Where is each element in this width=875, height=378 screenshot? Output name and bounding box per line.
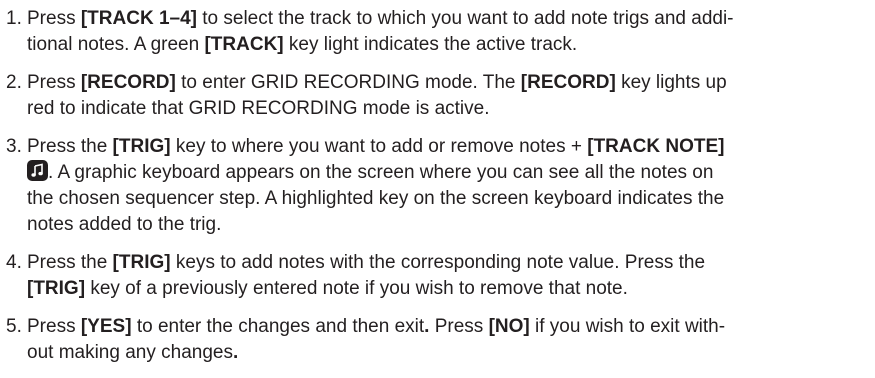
bold-key-label: [RECORD]: [80, 72, 176, 93]
bold-key-label: [RECORD]: [520, 72, 616, 93]
step-text: Press [TRACK 1–4] to select the track to…: [27, 8, 734, 55]
bold-key-label: [YES]: [80, 316, 132, 337]
text-run: key lights up: [615, 72, 727, 93]
bold-key-label: [TRIG]: [112, 136, 171, 157]
bold-key-label: [TRACK]: [204, 34, 284, 55]
text-run: Press: [27, 8, 81, 29]
text-run: out making any changes: [27, 342, 233, 363]
text-run: keys to add notes with the corresponding…: [170, 252, 706, 273]
text-run: the chosen sequencer step. A highlighted…: [27, 188, 725, 209]
text-run: red to indicate that GRID RECORDING mode…: [27, 98, 490, 119]
text-run: . A graphic keyboard appears on the scre…: [48, 162, 714, 183]
text-run: notes added to the trig.: [27, 214, 222, 235]
text-run: Press the: [27, 252, 113, 273]
step-number: 4.: [6, 252, 22, 273]
step-number: 2.: [6, 72, 22, 93]
step-text: Press [RECORD] to enter GRID RECORDING m…: [27, 72, 727, 119]
text-run: key light indicates the active track.: [283, 34, 578, 55]
text-run: Press: [27, 72, 81, 93]
note-icon: [27, 160, 48, 181]
bold-key-label: [TRACK 1–4]: [80, 8, 197, 29]
step-number: 3.: [6, 136, 22, 157]
step-number: 1.: [6, 8, 22, 29]
text-run: key of a previously entered note if you …: [85, 278, 628, 299]
bold-key-label: [NO]: [488, 316, 530, 337]
step-text: Press the [TRIG] key to where you want t…: [27, 136, 724, 235]
step-text: Press the [TRIG] keys to add notes with …: [27, 252, 705, 299]
bold-key-label: .: [232, 342, 239, 363]
text-run: if you wish to exit with-: [529, 316, 726, 337]
bold-key-label: [TRACK NOTE]: [587, 136, 725, 157]
step-text: Press [YES] to enter the changes and the…: [27, 316, 725, 363]
step-2: 2. Press [RECORD] to enter GRID RECORDING…: [6, 70, 868, 122]
step-5: 5. Press [YES] to enter the changes and t…: [6, 314, 868, 366]
step-4: 4. Press the [TRIG] keys to add notes wit…: [6, 250, 868, 302]
step-3: 3. Press the [TRIG] key to where you want…: [6, 134, 868, 238]
text-run: Press: [27, 316, 81, 337]
text-run: to enter the changes and then exit: [131, 316, 425, 337]
text-run: tional notes. A green: [27, 34, 205, 55]
text-run: key to where you want to add or remove n…: [170, 136, 588, 157]
text-run: to enter GRID RECORDING mode. The: [175, 72, 521, 93]
text-run: Press the: [27, 136, 113, 157]
bold-key-label: [TRIG]: [112, 252, 171, 273]
instruction-steps-list: 1. Press [TRACK 1–4] to select the track …: [6, 6, 868, 378]
step-number: 5.: [6, 316, 22, 337]
bold-key-label: [TRIG]: [27, 278, 86, 299]
step-1: 1. Press [TRACK 1–4] to select the track …: [6, 6, 868, 58]
text-run: to select the track to which you want to…: [196, 8, 734, 29]
text-run: Press: [429, 316, 489, 337]
